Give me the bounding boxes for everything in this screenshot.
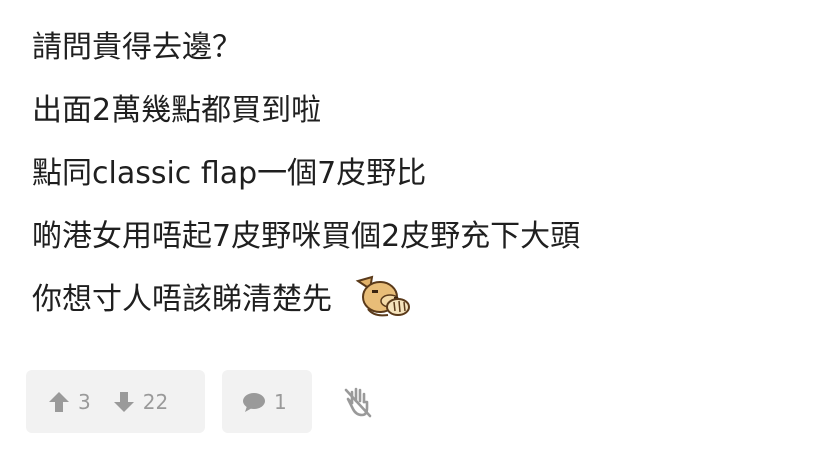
reply-button[interactable]: 1 <box>222 370 312 433</box>
upvote-count: 3 <box>78 389 91 414</box>
upvote-button[interactable]: 3 <box>48 390 91 414</box>
vote-bar: 3 22 <box>26 370 205 433</box>
post-line-text: 點同classic flap一個7皮野比 <box>32 156 427 191</box>
post-line-text: 出面2萬幾點都買到啦 <box>32 93 322 128</box>
post-body: 請問貴得去邊？ 出面2萬幾點都買到啦 點同classic flap一個7皮野比 … <box>32 28 812 343</box>
post-line-text: 請問貴得去邊？ <box>32 30 242 65</box>
post-line: 啲港女用唔起7皮野咪買個2皮野充下大頭 <box>32 217 812 257</box>
facepalm-dog-emoji-icon <box>354 275 412 319</box>
post-line: 出面2萬幾點都買到啦 <box>32 91 812 131</box>
post-line-text: 你想寸人唔該睇清楚先 <box>32 282 332 317</box>
hand-stop-icon <box>344 387 372 417</box>
post-line-text: 啲港女用唔起7皮野咪買個2皮野充下大頭 <box>32 219 581 254</box>
arrow-up-icon <box>49 391 69 412</box>
arrow-down-icon <box>113 391 134 412</box>
reply-count: 1 <box>274 389 287 414</box>
downvote-button[interactable]: 22 <box>113 390 168 414</box>
post-line: 點同classic flap一個7皮野比 <box>32 154 812 194</box>
post-line: 你想寸人唔該睇清楚先 <box>32 275 812 320</box>
post-line: 請問貴得去邊？ <box>32 28 812 68</box>
comment-bubble-icon <box>243 392 265 412</box>
downvote-count: 22 <box>142 389 169 414</box>
report-button[interactable] <box>342 382 374 422</box>
post-actions: 3 22 1 <box>26 370 374 433</box>
